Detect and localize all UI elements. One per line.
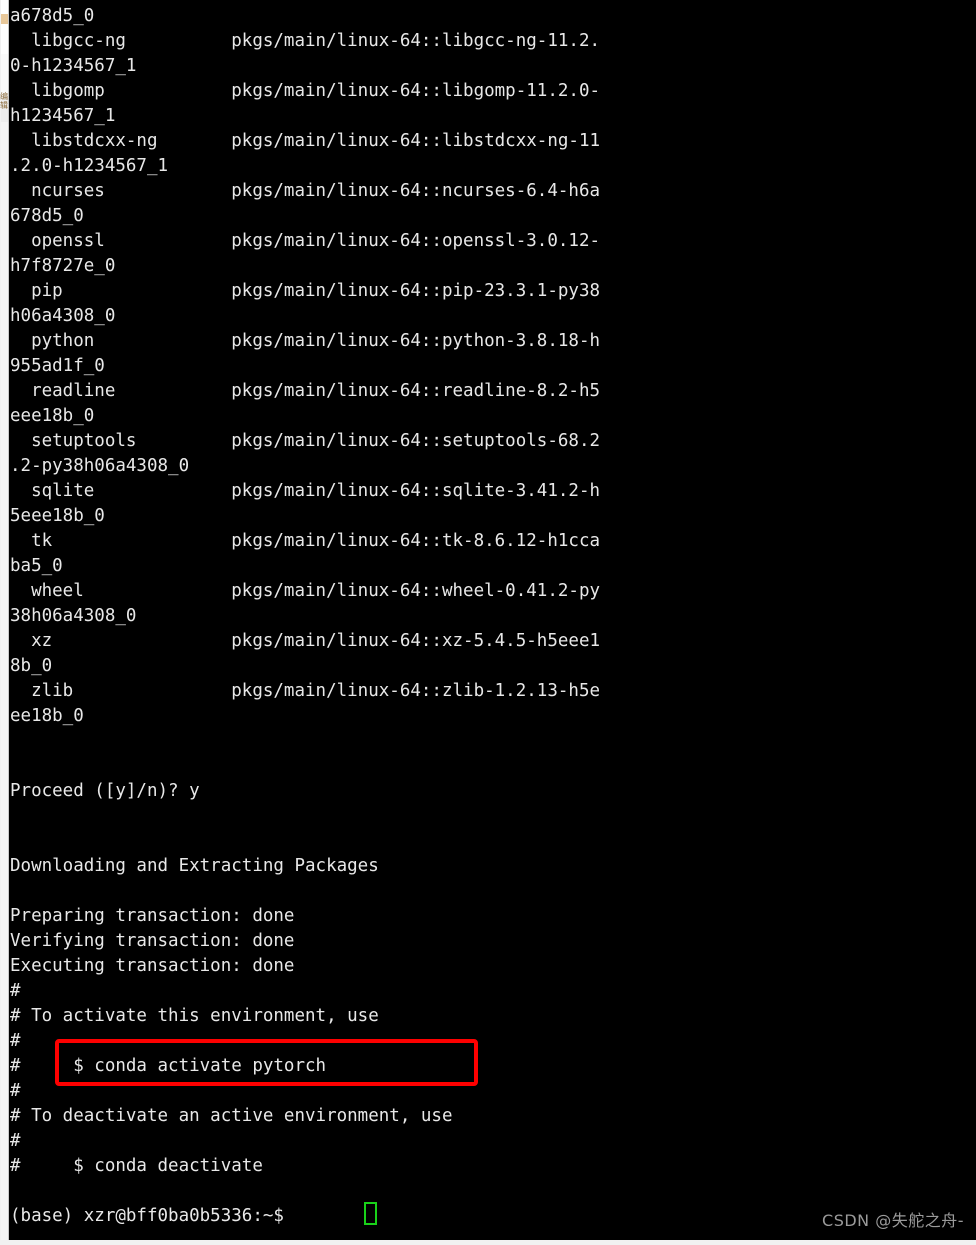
terminal-line: readline pkgs/main/linux-64::readline-8.… bbox=[10, 381, 601, 401]
terminal-line: h7f8727e_0 bbox=[10, 256, 116, 276]
terminal-cursor bbox=[364, 1202, 377, 1225]
terminal-line: a678d5_0 bbox=[10, 6, 95, 26]
terminal-line: eee18b_0 bbox=[10, 406, 95, 426]
terminal-line: openssl pkgs/main/linux-64::openssl-3.0.… bbox=[10, 231, 601, 251]
terminal-line: # bbox=[10, 981, 21, 1001]
csdn-watermark: CSDN @失舵之舟- bbox=[822, 1211, 964, 1230]
terminal-line: xz pkgs/main/linux-64::xz-5.4.5-h5eee1 bbox=[10, 631, 601, 651]
terminal-line: Verifying transaction: done bbox=[10, 931, 295, 951]
terminal-line: libgomp pkgs/main/linux-64::libgomp-11.2… bbox=[10, 81, 601, 101]
terminal-line: 0-h1234567_1 bbox=[10, 56, 137, 76]
left-window-chrome-strip: 编辑 bbox=[0, 0, 9, 1245]
terminal-line: # bbox=[10, 1031, 21, 1051]
terminal-line: 38h06a4308_0 bbox=[10, 606, 137, 626]
terminal-line: 955ad1f_0 bbox=[10, 356, 105, 376]
terminal-line: # bbox=[10, 1131, 21, 1151]
terminal-line: wheel pkgs/main/linux-64::wheel-0.41.2-p… bbox=[10, 581, 601, 601]
terminal-line: Preparing transaction: done bbox=[10, 906, 295, 926]
terminal-line: .2-py38h06a4308_0 bbox=[10, 456, 190, 476]
terminal-line: tk pkgs/main/linux-64::tk-8.6.12-h1cca bbox=[10, 531, 601, 551]
terminal-line: Downloading and Extracting Packages bbox=[10, 856, 379, 876]
terminal-line: # bbox=[10, 1081, 21, 1101]
terminal-line: h06a4308_0 bbox=[10, 306, 116, 326]
terminal-line: ee18b_0 bbox=[10, 706, 84, 726]
chrome-side-label: 编辑 bbox=[0, 92, 8, 110]
terminal-line: setuptools pkgs/main/linux-64::setuptool… bbox=[10, 431, 601, 451]
terminal-line: libstdcxx-ng pkgs/main/linux-64::libstdc… bbox=[10, 131, 601, 151]
terminal-line: python pkgs/main/linux-64::python-3.8.18… bbox=[10, 331, 601, 351]
terminal-line: ba5_0 bbox=[10, 556, 63, 576]
terminal-line: Executing transaction: done bbox=[10, 956, 295, 976]
terminal-line: ncurses pkgs/main/linux-64::ncurses-6.4-… bbox=[10, 181, 601, 201]
chrome-segment-3 bbox=[1, 24, 8, 54]
terminal-line: 5eee18b_0 bbox=[10, 506, 105, 526]
terminal-line: Proceed ([y]/n)? y bbox=[10, 781, 200, 801]
terminal-line: sqlite pkgs/main/linux-64::sqlite-3.41.2… bbox=[10, 481, 601, 501]
terminal-line: 678d5_0 bbox=[10, 206, 84, 226]
terminal-line: # To activate this environment, use bbox=[10, 1006, 379, 1026]
terminal-line: h1234567_1 bbox=[10, 106, 116, 126]
terminal-line: .2.0-h1234567_1 bbox=[10, 156, 169, 176]
chrome-segment-4 bbox=[1, 54, 8, 96]
terminal-window: 编辑 a678d5_0 libgcc-ng pkgs/main/linux-64… bbox=[0, 0, 976, 1245]
chrome-segment-2 bbox=[1, 14, 8, 24]
chrome-segment-1 bbox=[1, 0, 8, 14]
terminal-line: libgcc-ng pkgs/main/linux-64::libgcc-ng-… bbox=[10, 31, 601, 51]
terminal-line: zlib pkgs/main/linux-64::zlib-1.2.13-h5e bbox=[10, 681, 601, 701]
terminal-line: 8b_0 bbox=[10, 656, 53, 676]
terminal-line: pip pkgs/main/linux-64::pip-23.3.1-py38 bbox=[10, 281, 601, 301]
terminal-output[interactable]: a678d5_0 libgcc-ng pkgs/main/linux-64::l… bbox=[10, 0, 976, 1240]
bottom-window-chrome-strip bbox=[0, 1240, 976, 1245]
terminal-line: # To deactivate an active environment, u… bbox=[10, 1106, 453, 1126]
terminal-line: # $ conda activate pytorch bbox=[10, 1056, 327, 1076]
chrome-segment-6 bbox=[1, 122, 8, 1245]
terminal-line: # $ conda deactivate bbox=[10, 1156, 263, 1176]
